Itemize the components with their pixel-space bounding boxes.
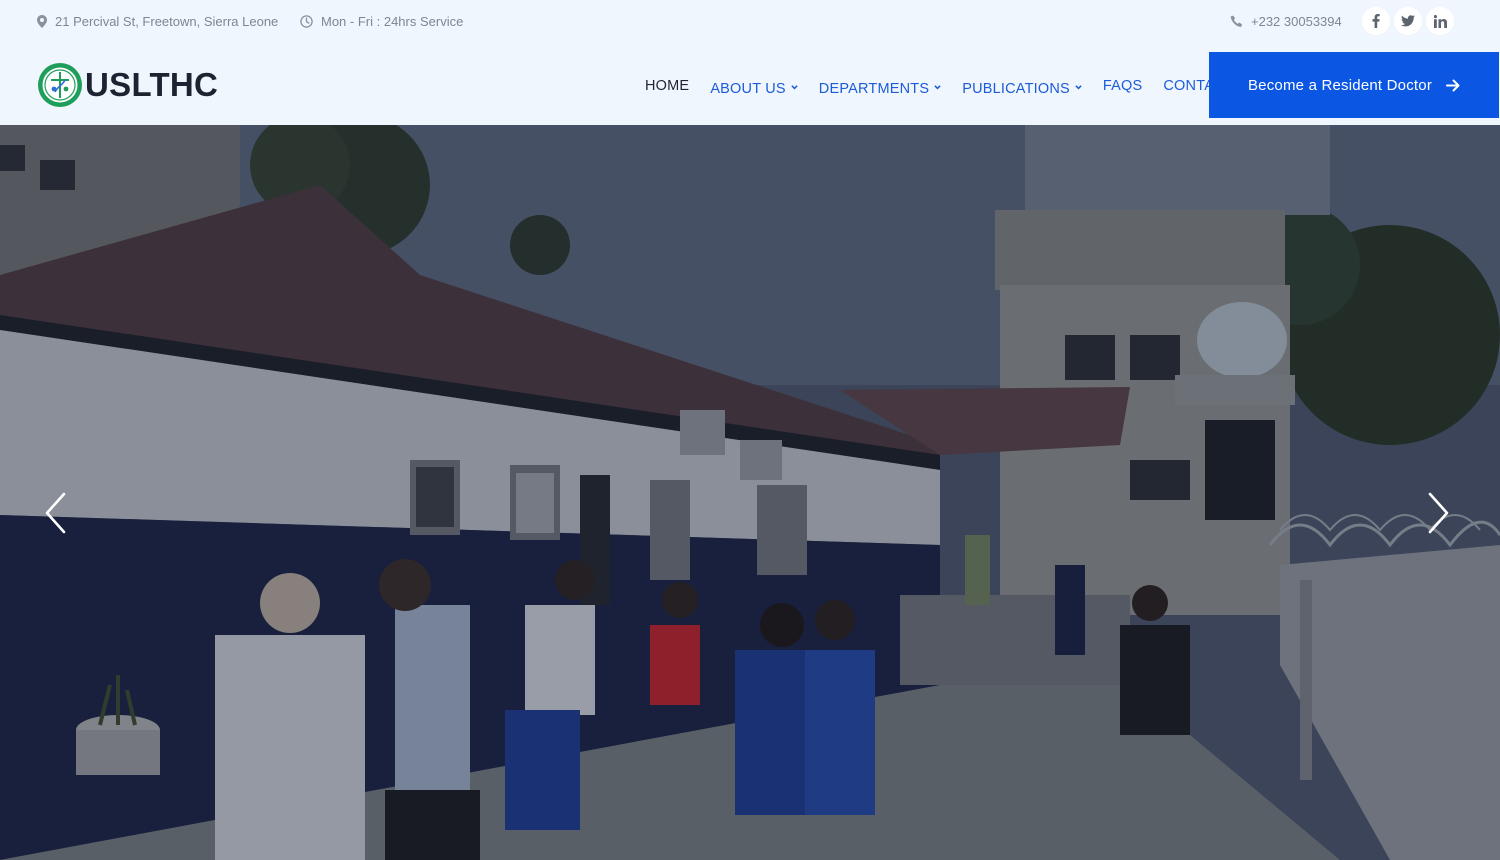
arrow-right-icon xyxy=(1446,79,1460,91)
nav-faqs-label: FAQS xyxy=(1102,78,1143,94)
chevron-down-icon xyxy=(934,84,941,89)
cta-label: Become a Resident Doctor xyxy=(1247,76,1433,94)
nav-home[interactable]: HOME xyxy=(645,78,689,94)
nav-publications[interactable]: PUBLICATIONS xyxy=(962,81,1082,97)
phone-info[interactable]: +232 30053394 xyxy=(1230,14,1342,29)
twitter-icon[interactable] xyxy=(1394,7,1422,35)
address-text: 21 Percival St, Freetown, Sierra Leone xyxy=(55,14,279,29)
main-nav: HOME ABOUT US DEPARTMENTS PUBLICATIONS F… xyxy=(645,75,1255,97)
site-logo[interactable]: USLTHC xyxy=(37,62,218,108)
nav-about-us-label: ABOUT US xyxy=(710,81,786,97)
map-pin-icon xyxy=(37,15,47,28)
site-header: USLTHC HOME ABOUT US DEPARTMENTS PUBLICA… xyxy=(0,44,1500,125)
chevron-down-icon xyxy=(791,84,798,89)
clock-icon xyxy=(300,15,313,28)
linkedin-icon[interactable] xyxy=(1426,7,1454,35)
phone-text[interactable]: +232 30053394 xyxy=(1251,14,1342,29)
hours-info: Mon - Fri : 24hrs Service xyxy=(300,14,463,29)
nav-home-label: HOME xyxy=(645,78,690,94)
top-info-bar: 21 Percival St, Freetown, Sierra Leone M… xyxy=(0,0,1500,44)
hospital-courtyard-photo xyxy=(0,125,1500,860)
address-info: 21 Percival St, Freetown, Sierra Leone xyxy=(37,14,278,29)
social-links xyxy=(1362,7,1454,35)
chevron-left-icon[interactable] xyxy=(40,490,70,536)
nav-publications-label: PUBLICATIONS xyxy=(962,81,1070,97)
facebook-icon[interactable] xyxy=(1362,7,1390,35)
nav-departments-label: DEPARTMENTS xyxy=(818,81,930,97)
nav-about-us[interactable]: ABOUT US xyxy=(710,81,798,97)
brand-name: USLTHC xyxy=(85,66,219,103)
nav-departments[interactable]: DEPARTMENTS xyxy=(819,81,941,97)
become-resident-doctor-button[interactable]: Become a Resident Doctor xyxy=(1209,52,1499,118)
chevron-down-icon xyxy=(1075,84,1082,89)
phone-icon xyxy=(1230,15,1242,27)
hours-text: Mon - Fri : 24hrs Service xyxy=(321,14,464,29)
hero-slider xyxy=(0,125,1500,860)
hospital-emblem-icon xyxy=(38,63,82,107)
nav-faqs[interactable]: FAQS xyxy=(1103,78,1142,94)
chevron-right-icon[interactable] xyxy=(1424,490,1454,536)
